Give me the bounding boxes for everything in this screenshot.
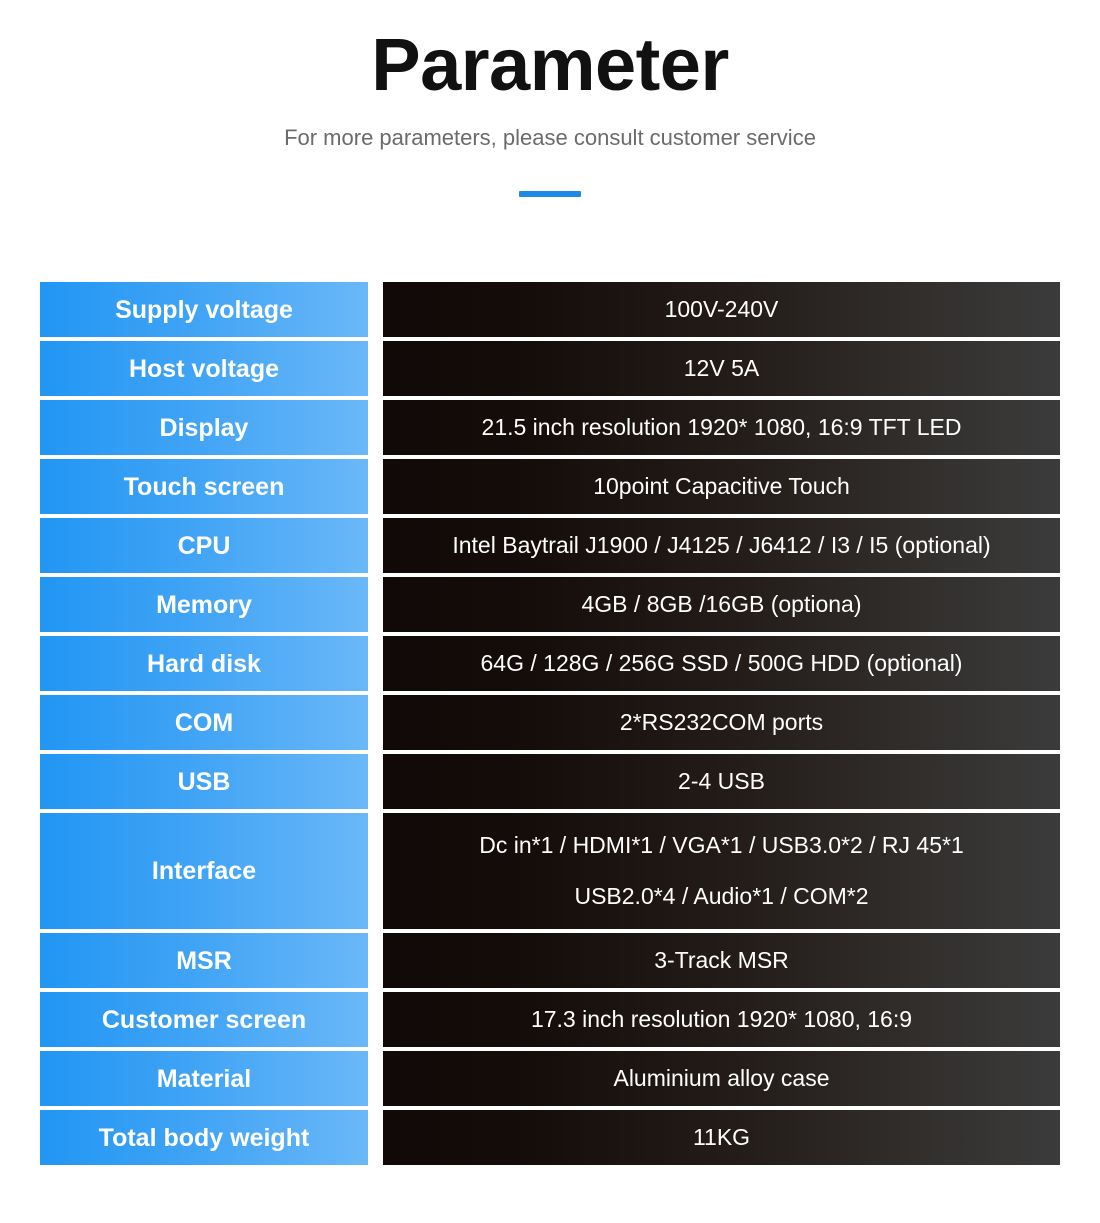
spec-label-cell: Customer screen — [40, 992, 368, 1047]
page-subtitle: For more parameters, please consult cust… — [284, 124, 816, 150]
spec-value-text: 12V 5A — [683, 355, 760, 382]
accent-divider-bar — [519, 191, 581, 198]
spec-value-text: 21.5 inch resolution 1920* 1080, 16:9 TF… — [481, 414, 962, 441]
spec-label-cell: MSR — [40, 933, 368, 988]
spec-label-text: Material — [156, 1064, 252, 1093]
page-title: Parameter — [371, 23, 729, 106]
spec-value-text: 2*RS232COM ports — [619, 709, 824, 736]
table-row: Supply voltage 100V-240V — [40, 282, 1060, 337]
specification-table: Supply voltage 100V-240V Host voltage 12V 5… — [40, 282, 1060, 1165]
spec-value-text: 2-4 USB — [678, 768, 765, 795]
spec-value-cell: 11KG — [383, 1110, 1060, 1165]
spec-value-cell: 2*RS232COM ports — [383, 695, 1060, 750]
spec-label-text: MSR — [176, 946, 232, 975]
spec-label-text: Touch screen — [123, 472, 285, 501]
spec-value-cell: 12V 5A — [383, 341, 1060, 396]
spec-label-text: Customer screen — [101, 1005, 307, 1034]
spec-label-text: Display — [159, 413, 249, 442]
spec-label-text: Supply voltage — [115, 295, 293, 324]
page-header: Parameter For more parameters, please co… — [0, 0, 1100, 198]
spec-value-text: 17.3 inch resolution 1920* 1080, 16:9 — [530, 1006, 913, 1033]
spec-label-text: CPU — [177, 531, 231, 560]
accent-bar-container — [0, 191, 1100, 198]
spec-value-text: 10point Capacitive Touch — [593, 473, 850, 500]
spec-value-cell: Intel Baytrail J1900 / J4125 / J6412 / I… — [383, 518, 1060, 573]
spec-label-cell: Supply voltage — [40, 282, 368, 337]
spec-value-text: 64G / 128G / 256G SSD / 500G HDD (option… — [480, 650, 963, 677]
spec-label-cell: Interface — [40, 813, 368, 929]
spec-label-cell: USB — [40, 754, 368, 809]
table-row: Memory 4GB / 8GB /16GB (optiona) — [40, 577, 1060, 632]
spec-label-text: COM — [174, 708, 234, 737]
table-row: COM 2*RS232COM ports — [40, 695, 1060, 750]
spec-value-text: Dc in*1 / HDMI*1 / VGA*1 / USB3.0*2 / RJ… — [479, 832, 964, 859]
table-row: Hard disk 64G / 128G / 256G SSD / 500G HD… — [40, 636, 1060, 691]
spec-label-cell: Total body weight — [40, 1110, 368, 1165]
spec-label-text: Memory — [156, 590, 252, 619]
spec-value-cell: 21.5 inch resolution 1920* 1080, 16:9 TF… — [383, 400, 1060, 455]
spec-label-cell: Host voltage — [40, 341, 368, 396]
table-row: Total body weight 11KG — [40, 1110, 1060, 1165]
table-row: USB 2-4 USB — [40, 754, 1060, 809]
spec-label-cell: Display — [40, 400, 368, 455]
spec-value-cell: 2-4 USB — [383, 754, 1060, 809]
spec-label-cell: CPU — [40, 518, 368, 573]
table-row: CPU Intel Baytrail J1900 / J4125 / J6412 … — [40, 518, 1060, 573]
spec-label-cell: Material — [40, 1051, 368, 1106]
spec-label-text: Hard disk — [147, 649, 261, 678]
spec-value-cell: 100V-240V — [383, 282, 1060, 337]
spec-label-text: Interface — [151, 857, 257, 885]
spec-value-text: Intel Baytrail J1900 / J4125 / J6412 / I… — [452, 532, 991, 559]
table-row: MSR 3-Track MSR — [40, 933, 1060, 988]
table-row: Material Aluminium alloy case — [40, 1051, 1060, 1106]
spec-label-text: Total body weight — [98, 1123, 310, 1152]
table-row: Touch screen 10point Capacitive Touch — [40, 459, 1060, 514]
spec-value-text: 4GB / 8GB /16GB (optiona) — [581, 591, 862, 618]
spec-label-text: Host voltage — [128, 354, 280, 383]
spec-value-cell: 64G / 128G / 256G SSD / 500G HDD (option… — [383, 636, 1060, 691]
spec-value-text: 11KG — [692, 1124, 751, 1151]
spec-value-cell: 10point Capacitive Touch — [383, 459, 1060, 514]
spec-label-text: USB — [177, 767, 231, 796]
spec-value-text: Aluminium alloy case — [613, 1065, 830, 1092]
spec-value-text: USB2.0*4 / Audio*1 / COM*2 — [574, 883, 869, 909]
spec-label-cell: Touch screen — [40, 459, 368, 514]
spec-value-cell: 17.3 inch resolution 1920* 1080, 16:9 — [383, 992, 1060, 1047]
parameter-page: Parameter For more parameters, please co… — [0, 0, 1100, 1223]
table-row: Host voltage 12V 5A — [40, 341, 1060, 396]
spec-value-text: 3-Track MSR — [654, 947, 789, 974]
spec-label-cell: Hard disk — [40, 636, 368, 691]
spec-value-cell: 3-Track MSR — [383, 933, 1060, 988]
table-row: Display 21.5 inch resolution 1920* 1080, … — [40, 400, 1060, 455]
spec-value-text: 100V-240V — [664, 296, 779, 323]
spec-value-cell: Aluminium alloy case — [383, 1051, 1060, 1106]
spec-label-cell: Memory — [40, 577, 368, 632]
spec-value-cell: Dc in*1 / HDMI*1 / VGA*1 / USB3.0*2 / RJ… — [383, 813, 1060, 929]
spec-label-cell: COM — [40, 695, 368, 750]
table-row: Interface Dc in*1 / HDMI*1 / VGA*1 / USB3… — [40, 813, 1060, 929]
table-row: Customer screen 17.3 inch resolution 1920… — [40, 992, 1060, 1047]
spec-value-cell: 4GB / 8GB /16GB (optiona) — [383, 577, 1060, 632]
